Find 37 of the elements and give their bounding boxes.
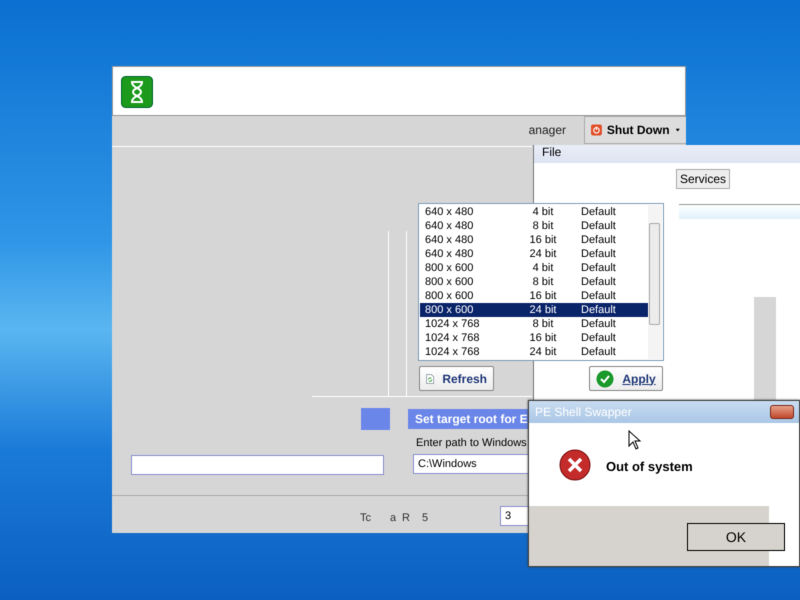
list-row[interactable]: 800 x 600 24 bit Default [420, 303, 648, 317]
checkmark-icon [596, 370, 614, 388]
group-title: Set target root for E [408, 409, 530, 429]
shut-down-button[interactable]: Shut Down [584, 116, 686, 144]
list-row[interactable]: 640 x 480 8 bit Default [420, 219, 648, 233]
status-text: R [402, 512, 410, 524]
dialog-title: PE Shell Swapper [529, 401, 799, 423]
field-label: Enter path to Windows [416, 437, 527, 449]
ok-button[interactable]: OK [687, 523, 785, 551]
refresh-button[interactable]: Refresh [419, 366, 494, 391]
menu-item[interactable]: File [534, 143, 570, 161]
list-row[interactable]: 1024 x 768 16 bit Default [420, 331, 648, 345]
cursor-icon [628, 430, 641, 450]
tab[interactable]: Services [676, 169, 730, 189]
close-button[interactable] [770, 405, 794, 419]
list-row[interactable]: 640 x 480 4 bit Default [420, 205, 648, 219]
toolbar-label: anager [528, 123, 566, 137]
power-icon [591, 122, 602, 138]
caret-icon [674, 128, 680, 132]
list-row[interactable]: 1024 x 768 8 bit Default [420, 317, 648, 331]
apply-button[interactable]: Apply [589, 366, 663, 391]
hourglass-icon [121, 76, 153, 108]
path-field[interactable]: C:\Windows [413, 454, 530, 474]
list-row[interactable]: 800 x 600 16 bit Default [420, 289, 648, 303]
list-row[interactable]: 800 x 600 8 bit Default [420, 275, 648, 289]
scrollbar[interactable] [648, 205, 662, 359]
status-text: a [390, 512, 396, 524]
list-row[interactable]: 800 x 600 4 bit Default [420, 261, 648, 275]
list-row[interactable]: 640 x 480 24 bit Default [420, 247, 648, 261]
error-message: Out of system [606, 459, 693, 474]
header-fragment [361, 408, 390, 430]
input-field[interactable] [131, 455, 384, 475]
list-row[interactable]: 1024 x 768 24 bit Default [420, 345, 648, 359]
list-row[interactable]: 640 x 480 16 bit Default [420, 233, 648, 247]
error-icon [559, 449, 591, 481]
status-text: 5 [422, 512, 428, 524]
status-text: Tc [360, 512, 371, 524]
